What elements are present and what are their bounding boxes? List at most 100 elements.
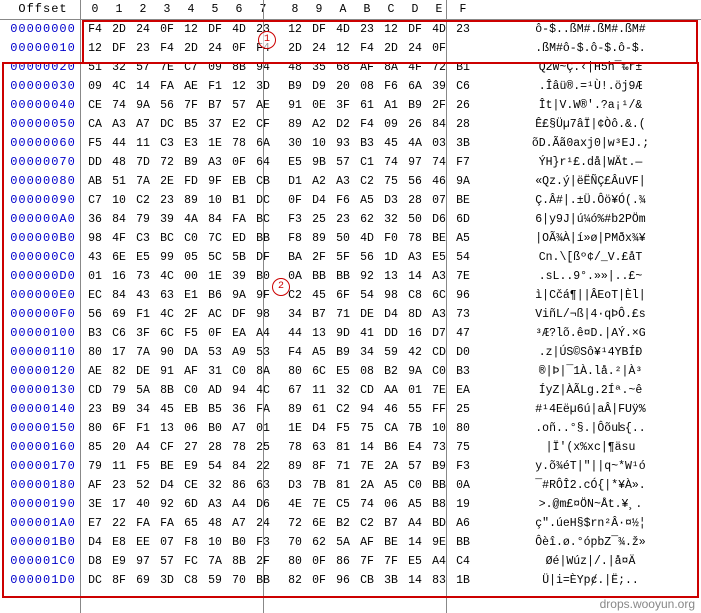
hex-cell[interactable]: 92 <box>355 267 379 286</box>
hex-cell[interactable]: 39 <box>155 210 179 229</box>
hex-cell[interactable]: DD <box>83 153 107 172</box>
ascii-cell[interactable]: 6|y9J|ú¼ó%#b2PÖm <box>475 210 701 229</box>
hex-cell[interactable]: CE <box>179 476 203 495</box>
hex-cell[interactable]: 23 <box>355 20 379 40</box>
hex-row[interactable]: 00000070DD487D72B9A30F64E59B57C1749774F7… <box>0 153 701 172</box>
hex-cell[interactable]: 57 <box>131 58 155 77</box>
hex-cell[interactable]: 84 <box>107 210 131 229</box>
hex-cell[interactable]: 8B <box>227 552 251 571</box>
hex-cell[interactable]: BB <box>427 476 451 495</box>
hex-cell[interactable]: B6 <box>379 438 403 457</box>
hex-cell[interactable]: D6 <box>427 210 451 229</box>
hex-cell[interactable]: 55 <box>403 400 427 419</box>
hex-cell[interactable]: 4F <box>107 229 131 248</box>
hex-cell[interactable]: 0F <box>227 39 251 58</box>
ascii-cell[interactable]: Ç.Â#|.±Ü.Ôö¥Ó(.¾ <box>475 191 701 210</box>
hex-cell[interactable]: 12 <box>283 20 307 40</box>
hex-cell[interactable]: BB <box>331 267 355 286</box>
hex-cell[interactable]: EA <box>451 381 475 400</box>
hex-cell[interactable]: 48 <box>203 514 227 533</box>
hex-cell[interactable]: A5 <box>379 476 403 495</box>
hex-cell[interactable]: B3 <box>83 324 107 343</box>
hex-cell[interactable]: 6C <box>155 324 179 343</box>
hex-cell[interactable]: B3 <box>451 362 475 381</box>
hex-cell[interactable]: 01 <box>83 267 107 286</box>
hex-cell[interactable]: 12 <box>83 39 107 58</box>
hex-cell[interactable]: 48 <box>107 153 131 172</box>
hex-cell[interactable]: CE <box>83 96 107 115</box>
hex-cell[interactable]: B0 <box>227 533 251 552</box>
hex-cell[interactable]: 06 <box>379 495 403 514</box>
hex-cell[interactable]: E1 <box>179 286 203 305</box>
hex-cell[interactable]: B7 <box>203 96 227 115</box>
hex-cell[interactable]: F1 <box>131 305 155 324</box>
hex-cell[interactable]: 73 <box>451 305 475 324</box>
hex-cell[interactable]: E8 <box>107 533 131 552</box>
hex-cell[interactable]: 44 <box>107 134 131 153</box>
hex-cell[interactable]: FD <box>179 172 203 191</box>
hex-cell[interactable]: 14 <box>131 77 155 96</box>
hex-cell[interactable]: CA <box>83 115 107 134</box>
hex-cell[interactable]: 19 <box>451 495 475 514</box>
hex-cell[interactable]: 86 <box>331 552 355 571</box>
ascii-cell[interactable]: ®|Þ|¯1À.lå.²|À³ <box>475 362 701 381</box>
hex-cell[interactable]: 32 <box>203 476 227 495</box>
hex-cell[interactable]: 4E <box>283 495 307 514</box>
hex-cell[interactable]: E3 <box>179 134 203 153</box>
hex-cell[interactable]: 9F <box>203 172 227 191</box>
hex-cell[interactable]: 32 <box>379 210 403 229</box>
hex-cell[interactable]: 45 <box>379 134 403 153</box>
hex-cell[interactable]: DF <box>307 20 331 40</box>
hex-cell[interactable]: B9 <box>403 96 427 115</box>
hex-cell[interactable]: E5 <box>427 248 451 267</box>
hex-cell[interactable]: 07 <box>427 191 451 210</box>
hex-cell[interactable]: 89 <box>307 229 331 248</box>
hex-cell[interactable]: DA <box>179 343 203 362</box>
hex-cell[interactable]: C8 <box>403 286 427 305</box>
hex-cell[interactable]: F1 <box>203 77 227 96</box>
hex-cell[interactable]: A3 <box>403 248 427 267</box>
hex-cell[interactable]: F1 <box>131 419 155 438</box>
hex-cell[interactable]: B9 <box>107 400 131 419</box>
hex-cell[interactable]: B2 <box>379 362 403 381</box>
hex-cell[interactable]: 9A <box>451 172 475 191</box>
hex-cell[interactable]: AF <box>355 533 379 552</box>
hex-cell[interactable]: 7A <box>131 172 155 191</box>
hex-cell[interactable]: 6D <box>179 495 203 514</box>
hex-cell[interactable]: B7 <box>379 514 403 533</box>
hex-cell[interactable]: 10 <box>203 191 227 210</box>
hex-cell[interactable]: E2 <box>227 115 251 134</box>
hex-cell[interactable]: 06 <box>179 419 203 438</box>
hex-cell[interactable]: CD <box>83 381 107 400</box>
hex-row[interactable]: 00000120AE82DE91AF31C08A806CE508B29AC0B3… <box>0 362 701 381</box>
hex-cell[interactable]: B1 <box>227 191 251 210</box>
hex-cell[interactable]: 51 <box>107 172 131 191</box>
hex-cell[interactable]: 9A <box>403 362 427 381</box>
hex-row[interactable]: 000000B0984FC3BCC07CEDBBF889504DF078BEA5… <box>0 229 701 248</box>
hex-cell[interactable]: 23 <box>83 400 107 419</box>
hex-cell[interactable]: 84 <box>227 457 251 476</box>
hex-cell[interactable]: 5B <box>227 248 251 267</box>
hex-cell[interactable]: 7F <box>179 96 203 115</box>
hex-cell[interactable]: FA <box>155 77 179 96</box>
hex-cell[interactable]: B5 <box>179 115 203 134</box>
hex-cell[interactable]: 80 <box>451 419 475 438</box>
hex-cell[interactable]: 25 <box>451 400 475 419</box>
hex-cell[interactable]: 23 <box>155 191 179 210</box>
hex-cell[interactable]: 3F <box>131 324 155 343</box>
ascii-cell[interactable]: #¹4Eëµ6ú|aÂ|FUÿ% <box>475 400 701 419</box>
hex-cell[interactable]: BA <box>283 248 307 267</box>
hex-cell[interactable]: 22 <box>107 514 131 533</box>
hex-cell[interactable]: F0 <box>379 229 403 248</box>
hex-cell[interactable]: 0E <box>307 96 331 115</box>
hex-row[interactable]: 00000130CD795A8BC0AD944C671132CDAA017EEA… <box>0 381 701 400</box>
hex-cell[interactable]: F8 <box>179 533 203 552</box>
hex-cell[interactable]: A5 <box>307 343 331 362</box>
hex-cell[interactable]: D8 <box>83 552 107 571</box>
hex-cell[interactable]: 69 <box>131 571 155 590</box>
hex-cell[interactable]: A4 <box>227 495 251 514</box>
hex-row[interactable]: 00000180AF2352D4CE328663D37B812AA5C0BB0A… <box>0 476 701 495</box>
hex-cell[interactable]: D3 <box>283 476 307 495</box>
hex-cell[interactable]: CA <box>379 419 403 438</box>
hex-cell[interactable]: 78 <box>403 229 427 248</box>
